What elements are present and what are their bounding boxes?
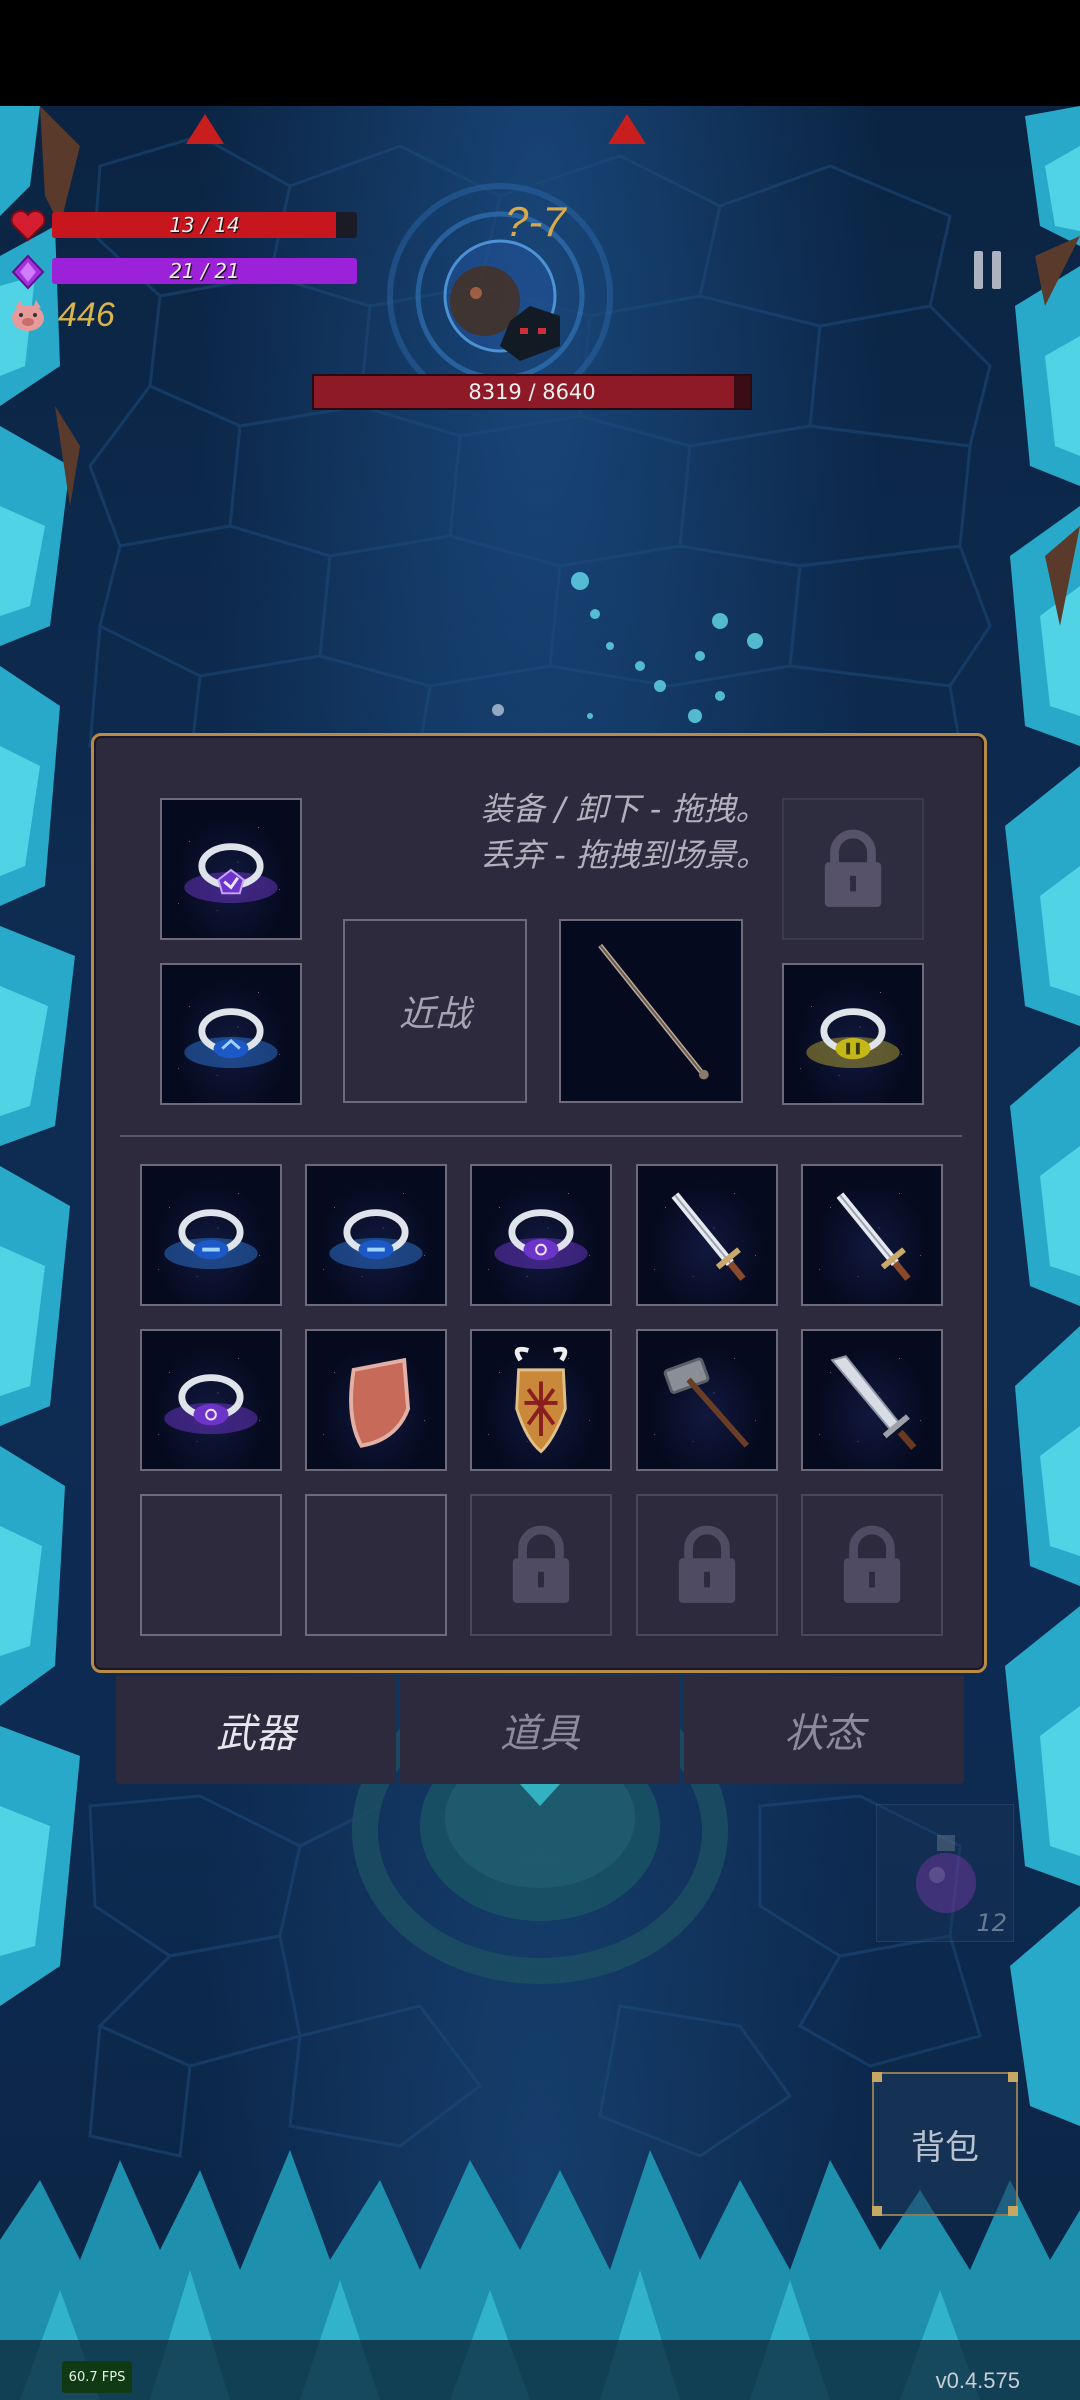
- pig-gold-icon: [12, 300, 44, 331]
- greatsword-icon: [830, 1355, 917, 1450]
- inventory-tabs: 武器 道具 状态: [116, 1676, 964, 1784]
- purple-ring-icon: [184, 843, 278, 904]
- purple-ring-icon: [164, 1374, 258, 1435]
- bag-slot: [470, 1494, 613, 1636]
- equip-slot-ring-3[interactable]: [782, 963, 924, 1105]
- bag-slot[interactable]: [635, 1164, 778, 1306]
- pause-button[interactable]: [968, 245, 1010, 297]
- sword-icon: [671, 1192, 746, 1281]
- bag-slot[interactable]: [305, 1164, 448, 1306]
- bag-slot[interactable]: [800, 1329, 943, 1471]
- potion-quick-slot[interactable]: 12: [876, 1804, 1014, 1942]
- fps-counter: 60.7 FPS: [62, 2361, 132, 2393]
- hammer-icon: [663, 1357, 749, 1448]
- bag-slot[interactable]: [470, 1164, 613, 1306]
- lock-icon: [513, 1525, 570, 1603]
- equip-slot-locked: [782, 798, 924, 940]
- lock-icon: [824, 829, 882, 907]
- bag-slot[interactable]: [140, 1329, 282, 1471]
- tab-items[interactable]: 道具: [400, 1676, 680, 1784]
- enemy-marker-icon: [608, 114, 646, 144]
- bag-slot[interactable]: [635, 1329, 778, 1471]
- tab-weapons[interactable]: 武器: [116, 1676, 396, 1784]
- bag-slot[interactable]: [800, 1164, 943, 1306]
- blue-ring-icon: [164, 1209, 258, 1270]
- version-label: v0.4.575: [935, 2368, 1020, 2393]
- bag-slot: [800, 1494, 943, 1636]
- shield-icon: [349, 1357, 411, 1448]
- sword-icon: [836, 1192, 911, 1281]
- staff-icon: [598, 943, 709, 1080]
- mana-crystal-icon: [11, 254, 45, 290]
- equip-slot-weapon[interactable]: [559, 919, 743, 1103]
- boss-hp-text: 8319 / 8640: [468, 380, 596, 404]
- hint-line-2: 丢弃 - 拖拽到场景。: [480, 836, 768, 874]
- tab-status[interactable]: 状态: [684, 1676, 964, 1784]
- melee-slot[interactable]: 近战: [343, 919, 527, 1103]
- enemy-marker-icon: [186, 114, 224, 144]
- equip-slot-ring-1[interactable]: [160, 798, 302, 940]
- lock-icon: [843, 1525, 901, 1603]
- bag-slot[interactable]: [140, 1494, 282, 1636]
- hint-line-1: 装备 / 卸下 - 拖拽。: [480, 790, 768, 828]
- equip-slot-ring-2[interactable]: [160, 963, 302, 1105]
- blue-ring-icon: [184, 1008, 278, 1069]
- bag-slot[interactable]: [470, 1329, 613, 1471]
- top-black-bar: [0, 0, 1080, 106]
- hint-text: 装备 / 卸下 - 拖拽。 丢弃 - 拖拽到场景。: [424, 786, 824, 878]
- hp-text: 13 / 14: [169, 213, 240, 237]
- pause-icon: [974, 251, 983, 289]
- blue-ring-icon: [329, 1209, 423, 1270]
- boss-hp-bar: 8319 / 8640: [312, 374, 752, 410]
- stage-label: ?-7: [505, 198, 566, 245]
- backpack-button[interactable]: 背包: [872, 2072, 1018, 2216]
- mp-text: 21 / 21: [169, 259, 240, 283]
- winged-shield-icon: [515, 1346, 568, 1454]
- gold-count: 446: [58, 296, 115, 334]
- potion-count: 12: [976, 1909, 1007, 1937]
- melee-label: 近战: [398, 994, 471, 1035]
- gold-ring-icon: [806, 1008, 900, 1069]
- bag-slot[interactable]: [140, 1164, 282, 1306]
- mp-bar: 21 / 21: [52, 258, 357, 284]
- bag-slot[interactable]: [305, 1329, 448, 1471]
- backpack-label: 背包: [911, 2127, 979, 2168]
- panel-divider: [120, 1135, 962, 1137]
- lock-icon: [678, 1525, 735, 1603]
- purple-ring-icon: [494, 1209, 589, 1270]
- hp-bar: 13 / 14: [52, 212, 357, 238]
- bag-slot: [635, 1494, 778, 1636]
- inventory-panel: 装备 / 卸下 - 拖拽。 丢弃 - 拖拽到场景。 近战: [91, 733, 987, 1673]
- heart-icon: [10, 210, 46, 242]
- bag-slot[interactable]: [305, 1494, 448, 1636]
